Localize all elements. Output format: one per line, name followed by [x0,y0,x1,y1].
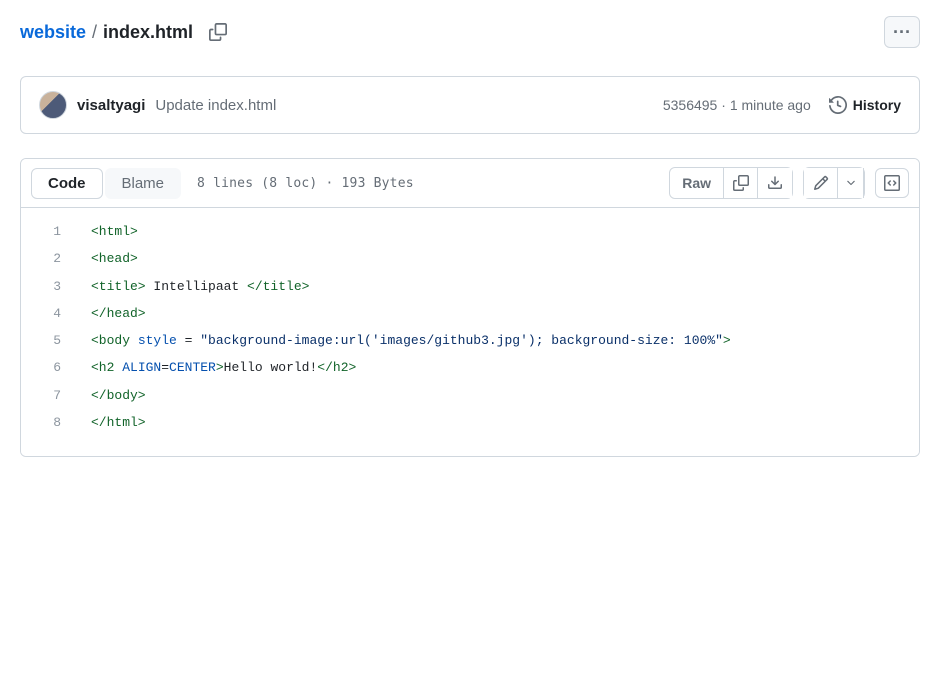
history-link[interactable]: History [829,96,901,114]
code-toolbar: Code Blame 8 lines (8 loc) · 193 Bytes R… [21,159,919,208]
code-box: Code Blame 8 lines (8 loc) · 193 Bytes R… [20,158,920,457]
line-number[interactable]: 1 [21,218,91,245]
code-line: 4</head> [21,300,919,327]
line-content[interactable]: <body style = "background-image:url('ima… [91,327,919,354]
tab-code[interactable]: Code [31,168,103,199]
download-raw-button[interactable] [758,168,792,198]
code-line: 3<title> Intellipaat </title> [21,273,919,300]
line-number[interactable]: 6 [21,354,91,381]
raw-button[interactable]: Raw [670,168,724,198]
edit-button[interactable] [804,168,838,198]
line-number[interactable]: 2 [21,245,91,272]
code-line: 6<h2 ALIGN=CENTER>Hello world!</h2> [21,354,919,381]
commit-message[interactable]: Update index.html [155,97,276,114]
avatar[interactable] [39,91,67,119]
breadcrumb-dir[interactable]: website [20,22,86,43]
line-number[interactable]: 5 [21,327,91,354]
line-number[interactable]: 7 [21,382,91,409]
line-content[interactable]: <html> [91,218,919,245]
breadcrumb-separator: / [92,22,97,43]
code-line: 7</body> [21,382,919,409]
code-line: 2<head> [21,245,919,272]
line-content[interactable]: </html> [91,409,919,436]
commit-right: 5356495 · 1 minute ago History [663,96,901,114]
line-content[interactable]: <title> Intellipaat </title> [91,273,919,300]
line-number[interactable]: 8 [21,409,91,436]
commit-left: visaltyagi Update index.html [39,91,276,119]
copy-path-button[interactable] [205,19,231,45]
line-content[interactable]: </body> [91,382,919,409]
more-options-button[interactable]: ··· [884,16,920,48]
breadcrumb: website / index.html [20,19,231,45]
meta-dot: · [721,97,730,113]
copy-icon [733,175,749,191]
kebab-icon: ··· [893,22,911,43]
code-square-icon [884,175,900,191]
history-label: History [853,97,901,113]
edit-dropdown-button[interactable] [838,168,864,198]
raw-group: Raw [669,167,793,199]
toolbar-left: Code Blame 8 lines (8 loc) · 193 Bytes [31,168,414,199]
commit-author[interactable]: visaltyagi [77,97,145,114]
code-line: 1<html> [21,218,919,245]
symbols-button[interactable] [875,168,909,198]
file-stats: 8 lines (8 loc) · 193 Bytes [197,176,414,191]
line-number[interactable]: 4 [21,300,91,327]
history-icon [829,96,847,114]
tab-blame[interactable]: Blame [105,168,182,199]
code-line: 8</html> [21,409,919,436]
toolbar-right: Raw [669,167,909,199]
edit-group [803,167,865,199]
latest-commit-box: visaltyagi Update index.html 5356495 · 1… [20,76,920,134]
commit-sha[interactable]: 5356495 [663,97,718,113]
line-content[interactable]: </head> [91,300,919,327]
pencil-icon [813,175,829,191]
commit-time: 1 minute ago [730,97,811,113]
code-line: 5<body style = "background-image:url('im… [21,327,919,354]
copy-icon [209,23,227,41]
code-area[interactable]: 1<html>2<head>3<title> Intellipaat </tit… [21,208,919,456]
breadcrumb-file: index.html [103,22,193,43]
line-content[interactable]: <h2 ALIGN=CENTER>Hello world!</h2> [91,354,919,381]
commit-meta: 5356495 · 1 minute ago [663,97,811,113]
copy-raw-button[interactable] [724,168,758,198]
chevron-down-icon [845,177,857,189]
header-row: website / index.html ··· [20,16,920,48]
line-number[interactable]: 3 [21,273,91,300]
line-content[interactable]: <head> [91,245,919,272]
download-icon [767,175,783,191]
